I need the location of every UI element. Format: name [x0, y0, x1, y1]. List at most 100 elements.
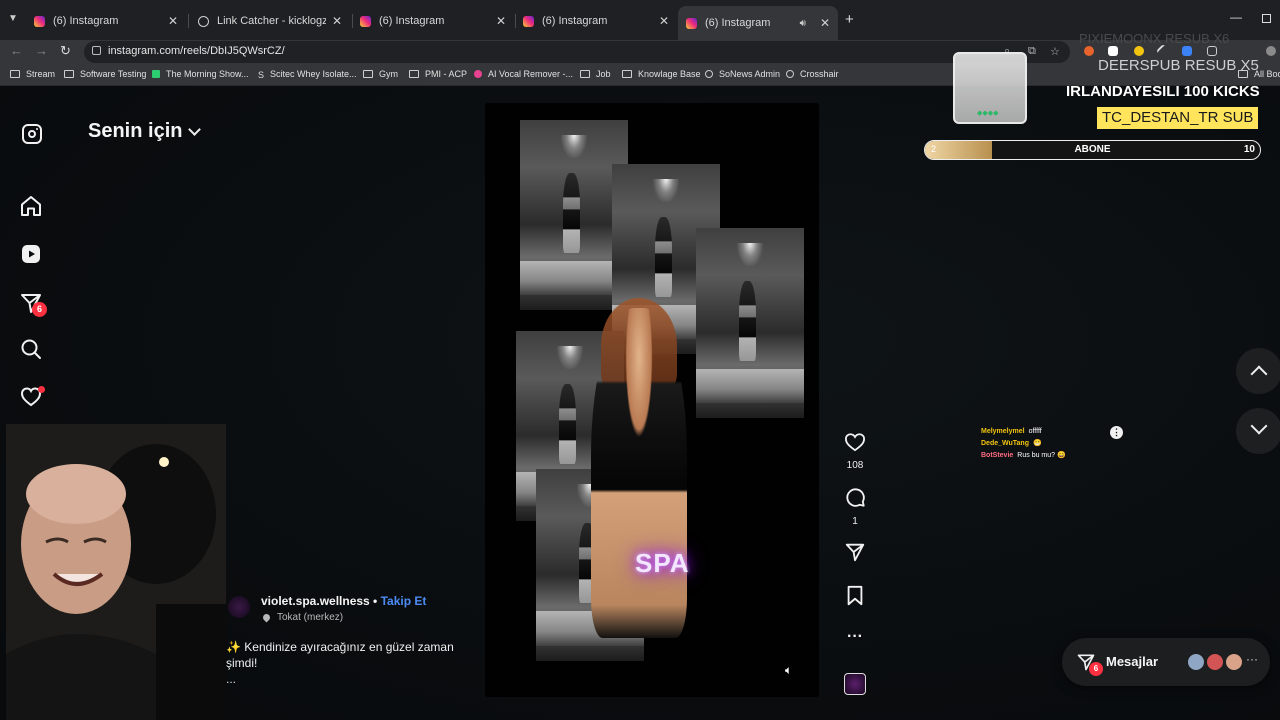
- chat-text: 😁: [1032, 440, 1042, 447]
- bookmark-label: Software Testing: [80, 69, 147, 79]
- maximize-button[interactable]: [1262, 14, 1271, 23]
- bookmark-folder[interactable]: PMI - ACP: [409, 69, 467, 79]
- instagram-logo-icon[interactable]: [22, 124, 42, 144]
- minimize-button[interactable]: —: [1230, 10, 1242, 24]
- reels-icon[interactable]: [19, 242, 43, 266]
- follow-button[interactable]: Takip Et: [381, 594, 427, 608]
- bookmark-link[interactable]: AI Vocal Remover -...: [474, 69, 573, 79]
- new-tab-button[interactable]: +: [845, 11, 854, 28]
- browser-tab[interactable]: (6) Instagram ✕: [26, 8, 186, 34]
- instagram-reels-page: Senin için 6 SPA 🔈︎ 108 1 ··· violet.spa…: [0, 86, 1280, 720]
- instagram-icon: [523, 15, 534, 27]
- chat-text: offfff: [1028, 428, 1042, 435]
- avatar: [1224, 652, 1244, 672]
- collage-photo: [696, 228, 804, 418]
- reel-video[interactable]: SPA 🔈︎: [485, 103, 819, 697]
- like-action[interactable]: 108: [840, 432, 870, 471]
- like-count: 108: [846, 460, 864, 471]
- bookmark-label: Scitec Whey Isolate...: [270, 69, 357, 79]
- bookmark-folder[interactable]: Knowlage Base: [622, 69, 701, 79]
- site-icon: [474, 70, 482, 78]
- extension-icon[interactable]: [1134, 46, 1144, 56]
- extension-icon[interactable]: [1108, 46, 1118, 56]
- bookmark-label: AI Vocal Remover -...: [488, 69, 574, 79]
- streamer-face-image: [6, 424, 226, 720]
- back-arrow-icon[interactable]: ←: [10, 43, 23, 58]
- tab-title: (6) Instagram: [53, 15, 119, 27]
- bookmark-link[interactable]: The Morning Show...: [152, 69, 249, 79]
- chat-text: Rus bu mu? 😄: [1017, 452, 1066, 459]
- messages-badge: 6: [1089, 662, 1103, 676]
- woman-figure: [591, 308, 687, 638]
- more-options-icon[interactable]: ···: [840, 628, 870, 646]
- feed-selector[interactable]: Senin için: [88, 120, 202, 143]
- bookmark-link[interactable]: Crosshair: [786, 69, 839, 79]
- bookmark-folder[interactable]: Software Testing: [64, 69, 146, 79]
- chevron-up-icon: [1250, 365, 1268, 383]
- volume-icon[interactable]: 🔈︎: [785, 663, 792, 678]
- avatar: [1186, 652, 1206, 672]
- next-reel-button[interactable]: [1236, 408, 1280, 454]
- profile-icon[interactable]: [1266, 46, 1276, 56]
- pen-icon[interactable]: [1155, 43, 1171, 59]
- folder-icon: [64, 70, 74, 78]
- browser-tab[interactable]: (6) Instagram ✕: [515, 8, 677, 34]
- site-info-icon[interactable]: [92, 46, 101, 55]
- avatar[interactable]: [228, 596, 250, 618]
- search-icon[interactable]: [19, 337, 43, 361]
- forward-arrow-icon[interactable]: →: [35, 43, 48, 58]
- close-icon[interactable]: ✕: [332, 14, 342, 28]
- notification-badge: 6: [32, 302, 47, 317]
- close-icon[interactable]: ✕: [496, 14, 506, 28]
- audio-thumbnail[interactable]: [840, 673, 870, 695]
- puzzle-icon[interactable]: [1207, 46, 1217, 56]
- location-pin-icon: [261, 612, 272, 623]
- extension-icon[interactable]: [1084, 46, 1094, 56]
- username-link[interactable]: violet.spa.wellness: [261, 594, 370, 608]
- browser-tab-active[interactable]: (6) Instagram 🔊︎ ✕: [678, 6, 838, 40]
- chat-message: Dede_WuTang 😁: [981, 438, 1066, 450]
- home-icon[interactable]: [19, 194, 43, 218]
- stream-alert-highlight: TC_DESTAN_TR SUB: [1097, 107, 1259, 129]
- share-action[interactable]: [840, 541, 870, 568]
- site-icon: S: [258, 70, 265, 80]
- location-tag[interactable]: Tokat (merkez): [261, 612, 343, 623]
- chat-username: Dede_WuTang: [981, 440, 1029, 447]
- share-icon[interactable]: [844, 541, 866, 563]
- tab-title: (6) Instagram: [379, 15, 445, 27]
- webcam-overlay: [6, 424, 226, 720]
- tab-title: (6) Instagram: [542, 15, 608, 27]
- bookmark-label: Job: [596, 69, 611, 79]
- reload-icon[interactable]: ↻: [60, 43, 71, 59]
- close-icon[interactable]: ✕: [168, 14, 178, 28]
- tab-search-chevron-icon[interactable]: ▼: [8, 13, 18, 24]
- instagram-icon: [686, 17, 697, 29]
- install-app-icon[interactable]: ⧉: [1028, 45, 1036, 58]
- bookmark-folder[interactable]: Stream: [10, 69, 55, 79]
- save-action[interactable]: [840, 585, 870, 612]
- bookmark-icon[interactable]: [845, 585, 865, 607]
- info-icon[interactable]: ⋮: [1110, 426, 1123, 439]
- bookmark-folder[interactable]: Job: [580, 69, 611, 79]
- url-input[interactable]: instagram.com/reels/DbIJ5QWsrCZ/ ⌕ ⧉ ☆: [84, 41, 1070, 63]
- caption-more[interactable]: ...: [226, 672, 236, 686]
- browser-tab[interactable]: (6) Instagram ✕: [352, 8, 514, 34]
- bookmark-folder[interactable]: Gym: [363, 69, 398, 79]
- stream-alert-text: PIXIEMOONX RESUB X6: [1079, 31, 1230, 46]
- comment-icon[interactable]: [844, 486, 866, 508]
- folder-icon: [580, 70, 590, 78]
- bookmark-link[interactable]: SoNews Admin: [705, 69, 780, 79]
- heart-icon[interactable]: [844, 432, 866, 452]
- previous-reel-button[interactable]: [1236, 348, 1280, 394]
- bookmark-link[interactable]: S Scitec Whey Isolate...: [258, 69, 357, 80]
- browser-tab[interactable]: Link Catcher - kicklogz Tools ✕: [190, 8, 350, 34]
- close-icon[interactable]: ✕: [659, 14, 669, 28]
- site-icon: [705, 70, 713, 78]
- speaker-icon[interactable]: 🔊︎: [800, 18, 806, 29]
- extension-icon[interactable]: [1182, 46, 1192, 56]
- close-icon[interactable]: ✕: [820, 16, 830, 30]
- star-icon[interactable]: ☆: [1050, 45, 1060, 58]
- comment-action[interactable]: 1: [840, 486, 870, 527]
- bookmark-label: Gym: [379, 69, 398, 79]
- messages-button[interactable]: 6 Mesajlar ···: [1062, 638, 1270, 686]
